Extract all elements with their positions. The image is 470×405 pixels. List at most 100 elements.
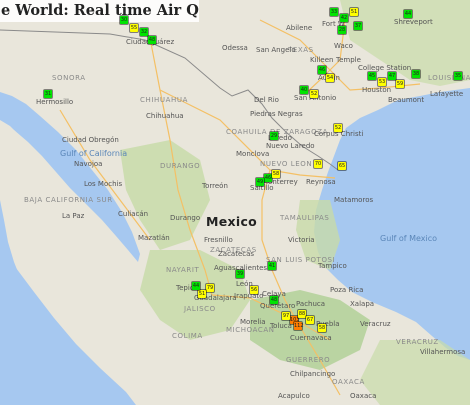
aqi-value: 56 [250, 287, 258, 293]
aqi-value: 38 [412, 71, 420, 77]
aqi-value: 46 [318, 67, 326, 73]
aqi-value: 58 [272, 171, 280, 177]
aqi-marker[interactable]: 79 [206, 284, 214, 292]
aqi-marker[interactable]: 53 [378, 78, 386, 86]
aqi-value: 65 [338, 163, 346, 169]
aqi-value: 29 [270, 133, 278, 139]
aqi-marker[interactable]: 65 [338, 162, 346, 170]
aqi-value: 51 [198, 291, 206, 297]
city-label-nuevo-laredo: Nuevo Laredo [266, 142, 315, 150]
aqi-marker[interactable]: 44 [404, 10, 412, 18]
aqi-marker[interactable]: 46 [264, 174, 272, 182]
aqi-marker[interactable]: 41 [268, 262, 276, 270]
aqi-value: 42 [340, 15, 348, 21]
city-label-poza-rica: Poza Rica [330, 286, 364, 294]
region-label-guerrero: GUERRERO [286, 356, 331, 364]
aqi-marker[interactable]: 67 [306, 316, 314, 324]
aqi-value: 112 [294, 323, 304, 329]
aqi-marker[interactable]: 70 [314, 160, 322, 168]
city-label-houston: Houston [362, 86, 392, 94]
aqi-value: 39 [236, 271, 244, 277]
aqi-marker[interactable]: 58 [318, 324, 326, 332]
aqi-marker[interactable]: 45 [368, 72, 376, 80]
aqi-value: 40 [300, 87, 308, 93]
aqi-marker[interactable]: 112 [294, 322, 304, 330]
aqi-marker[interactable]: 47 [388, 72, 396, 80]
aqi-value: 59 [396, 81, 404, 87]
aqi-value: 48 [148, 37, 156, 43]
city-label-monclova: Monclova [236, 150, 270, 158]
region-label-michoacan: MICHOACAN [226, 326, 275, 334]
aqi-marker[interactable]: 59 [396, 80, 404, 88]
city-label-piedras-negras: Piedras Negras [250, 110, 303, 118]
city-label-reynosa: Reynosa [306, 178, 336, 186]
aqi-marker[interactable]: 42 [340, 14, 348, 22]
region-label-nuevo-leon: NUEVO LEON [260, 160, 313, 168]
aqi-marker[interactable]: 31 [44, 90, 52, 98]
aqi-value: 49 [256, 179, 264, 185]
aqi-value: 53 [378, 79, 386, 85]
aqi-marker[interactable]: 52 [334, 124, 342, 132]
aqi-value: 30 [120, 17, 128, 23]
aqi-value: 51 [350, 9, 358, 15]
aqi-marker[interactable]: 37 [354, 22, 362, 30]
aqi-marker[interactable]: 40 [300, 86, 308, 94]
aqi-value: 67 [306, 317, 314, 323]
aqi-value: 35 [454, 73, 462, 79]
city-label-ciudad-obregon: Ciudad Obregón [62, 136, 119, 144]
aqi-marker[interactable]: 28 [338, 26, 346, 34]
aqi-marker[interactable]: 49 [256, 178, 264, 186]
city-label-oaxaca-city: Oaxaca [350, 392, 377, 400]
aqi-marker[interactable]: 39 [236, 270, 244, 278]
aqi-marker[interactable]: 30 [120, 16, 128, 24]
aqi-value: 54 [326, 75, 334, 81]
aqi-marker[interactable]: 48 [148, 36, 156, 44]
city-label-los-mochis: Los Mochis [84, 180, 123, 188]
region-label-louisiana: LOUISIANA [428, 74, 470, 82]
map-title: e World: Real time Air Quality map [0, 0, 199, 22]
city-label-hermosillo: Hermosillo [36, 98, 74, 106]
water-label-gulf-california: Gulf of California [60, 149, 128, 158]
aqi-marker[interactable]: 88 [298, 310, 306, 318]
city-label-xalapa: Xalapa [350, 300, 375, 308]
aqi-marker[interactable]: 32 [140, 28, 148, 36]
aqi-value: 55 [130, 25, 138, 31]
aqi-marker[interactable]: 55 [130, 24, 138, 32]
city-label-zacatecas-city: Zacatecas [218, 250, 255, 258]
city-label-matamoros: Matamoros [334, 196, 374, 204]
city-label-tepic: Tepic [176, 284, 194, 292]
aqi-marker[interactable]: 44 [192, 282, 200, 290]
aqi-marker[interactable]: 54 [326, 74, 334, 82]
region-label-veracruz: VERACRUZ [396, 338, 439, 346]
aqi-marker[interactable]: 29 [270, 132, 278, 140]
aqi-value: 47 [388, 73, 396, 79]
aqi-marker[interactable]: 58 [272, 170, 280, 178]
aqi-marker[interactable]: 46 [318, 66, 326, 74]
aqi-value: 79 [206, 285, 214, 291]
city-label-abilene: Abilene [286, 24, 313, 32]
city-label-irapuato: Irapuato [234, 292, 264, 300]
city-label-victoria: Victoria [288, 236, 315, 244]
aqi-marker[interactable]: 51 [198, 290, 206, 298]
aqi-value: 48 [270, 297, 278, 303]
aqi-marker[interactable]: 35 [454, 72, 462, 80]
aqi-marker[interactable]: 33 [330, 8, 338, 16]
air-quality-map[interactable]: e World: Real time Air Quality map Gulf … [0, 0, 470, 405]
city-label-la-paz: La Paz [62, 212, 85, 220]
aqi-marker[interactable]: 48 [270, 296, 278, 304]
aqi-marker[interactable]: 97 [282, 312, 290, 320]
city-label-mazatlan: Mazatlán [138, 234, 170, 242]
city-label-toluca: Toluca [270, 322, 292, 330]
region-label-nayarit: NAYARIT [166, 266, 200, 274]
aqi-marker[interactable]: 51 [350, 8, 358, 16]
city-label-fresnillo: Fresnillo [204, 236, 233, 244]
aqi-marker[interactable]: 38 [412, 70, 420, 78]
city-label-durango-city: Durango [170, 214, 201, 222]
city-label-villahermosa: Villahermosa [420, 348, 466, 356]
city-label-culiacan: Culiacán [118, 210, 149, 218]
city-label-del-rio: Del Rio [254, 96, 279, 104]
aqi-value: 97 [282, 313, 290, 319]
aqi-marker[interactable]: 52 [310, 90, 318, 98]
aqi-marker[interactable]: 56 [250, 286, 258, 294]
aqi-value: 33 [330, 9, 338, 15]
